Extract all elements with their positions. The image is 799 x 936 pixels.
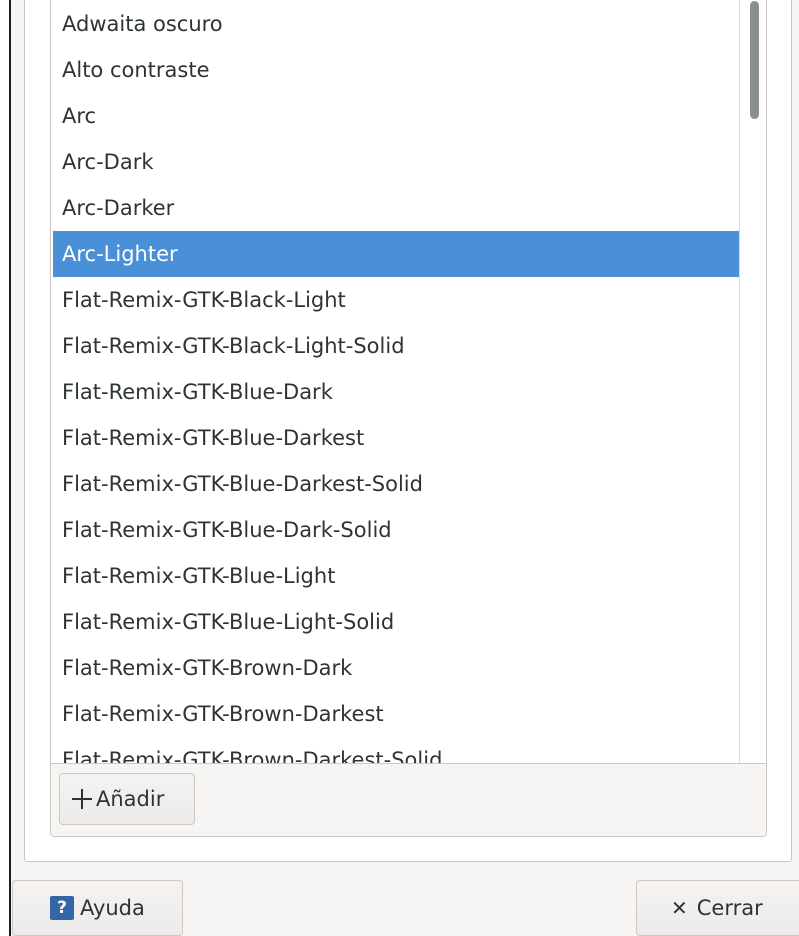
theme-list-item[interactable]: Flat-Remix-GTK-Brown-Darkest [53,691,741,737]
vertical-scrollbar[interactable] [739,0,766,763]
theme-list-item[interactable]: Flat-Remix-GTK-Brown-Darkest-Solid [53,737,741,763]
close-button[interactable]: ✕ Cerrar [636,880,799,936]
theme-list-item[interactable]: Flat-Remix-GTK-Blue-Darkest-Solid [53,461,741,507]
theme-list-item[interactable]: Alto contraste [53,47,741,93]
theme-list-item[interactable]: Flat-Remix-GTK-Black-Light-Solid [53,323,741,369]
theme-list-item[interactable]: Adwaita oscuro [53,1,741,47]
add-button[interactable]: Añadir [59,773,195,825]
plus-icon [72,789,92,809]
theme-list-item[interactable]: Arc [53,93,741,139]
theme-list: Adwaita oscuro Alto contraste Arc Arc-Dark A… [53,1,741,763]
theme-list-item[interactable]: Flat-Remix-GTK-Black-Light [53,277,741,323]
theme-list-item[interactable]: Arc-Dark [53,139,741,185]
help-button-label: Ayuda [80,896,145,920]
add-button-label: Añadir [96,787,165,811]
list-toolbar: Añadir [51,763,766,836]
window-border [9,0,11,936]
close-icon: ✕ [671,896,688,920]
theme-list-item[interactable]: Flat-Remix-GTK-Blue-Light-Solid [53,599,741,645]
close-button-label: Cerrar [696,896,763,920]
window-edge [0,0,9,936]
theme-list-item[interactable]: Flat-Remix-GTK-Blue-Light [53,553,741,599]
theme-list-frame: Adwaita oscuro Alto contraste Arc Arc-Dark A… [50,0,767,837]
help-button[interactable]: ? Ayuda [12,880,183,936]
help-icon: ? [50,896,74,920]
theme-list-item[interactable]: Flat-Remix-GTK-Blue-Dark [53,369,741,415]
theme-list-item[interactable]: Arc-Darker [53,185,741,231]
theme-list-item[interactable]: Flat-Remix-GTK-Brown-Dark [53,645,741,691]
theme-list-item[interactable]: Flat-Remix-GTK-Blue-Dark-Solid [53,507,741,553]
theme-list-item[interactable]: Arc-Lighter [53,231,741,277]
theme-list-item[interactable]: Flat-Remix-GTK-Blue-Darkest [53,415,741,461]
scrollbar-thumb[interactable] [750,1,759,119]
